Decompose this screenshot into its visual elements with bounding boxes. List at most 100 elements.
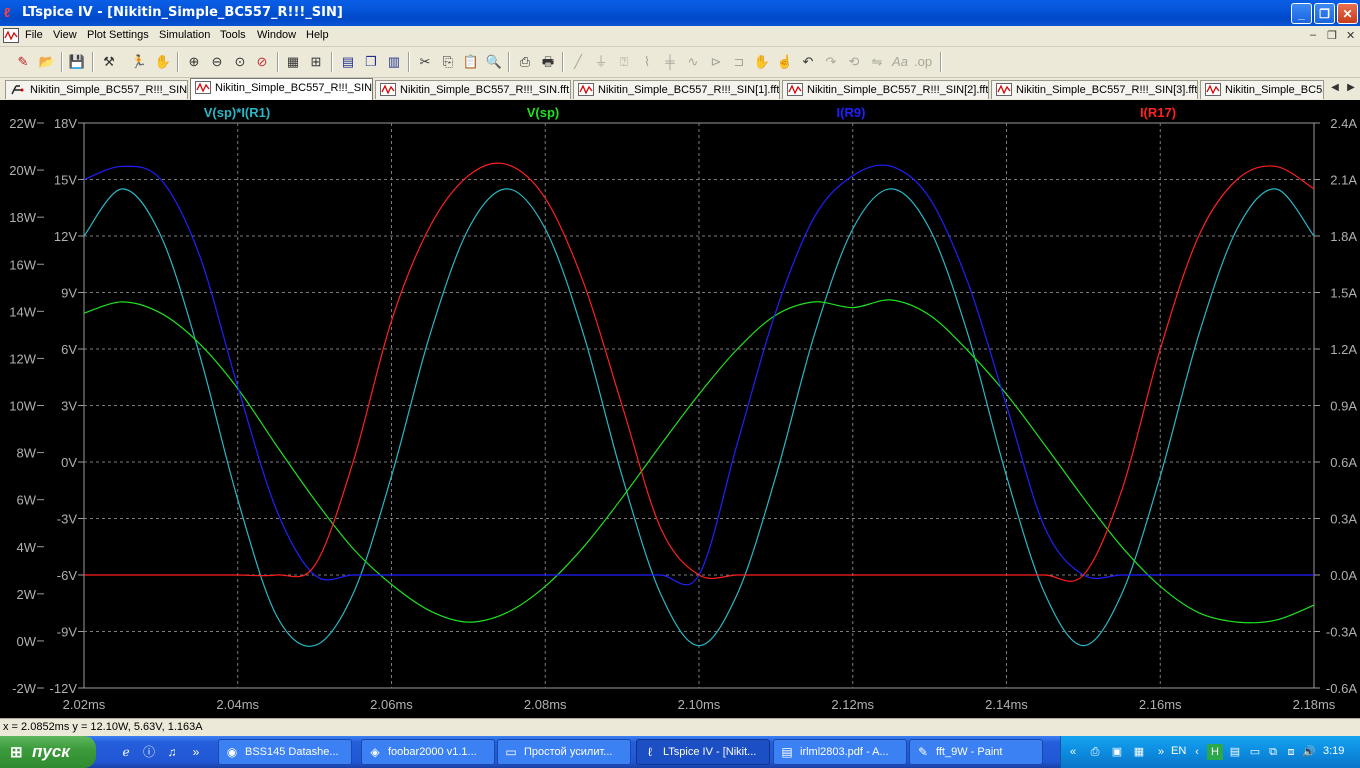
zoom-in-icon[interactable]: ⊕	[185, 53, 203, 71]
foobar-icon: ◈	[370, 745, 380, 759]
label-icon[interactable]: ⍰	[615, 53, 633, 71]
start-button[interactable]: ⊞ пуск	[0, 736, 96, 768]
tray-network-icon[interactable]: ▦	[1131, 744, 1147, 760]
taskbar-item[interactable]: ◉ BSS145 Datashe...	[218, 739, 352, 765]
zoom-cancel-icon[interactable]: ⊘	[253, 53, 271, 71]
new-schematic-icon[interactable]: ✎	[14, 53, 32, 71]
tray-device-icon[interactable]: ▣	[1109, 744, 1125, 760]
tray-printer-icon[interactable]: ⎙	[1087, 744, 1103, 760]
folder-icon: ▭	[505, 745, 517, 759]
menu-help[interactable]: Help	[306, 29, 329, 41]
menu-file[interactable]: File	[25, 29, 43, 41]
rotate-icon[interactable]: ⟲	[845, 53, 863, 71]
print-preview-icon[interactable]: ⎙	[516, 53, 534, 71]
tray-window-icon[interactable]: ▭	[1247, 744, 1263, 760]
voltage-tick-label: -12V	[50, 681, 78, 696]
tab-2[interactable]: Nikitin_Simple_BC557_R!!!_SIN	[190, 78, 373, 100]
wire-icon[interactable]: ╱	[569, 53, 587, 71]
print-icon[interactable]: 🖶	[539, 53, 557, 71]
drag-icon[interactable]: ☝	[776, 53, 794, 71]
taskbar-item-label: BSS145 Datashe...	[245, 746, 339, 758]
waveform-chart[interactable]: 2.02ms 2.04ms 2.06ms 2.08ms 2.10ms 2.12ms 2.14…	[0, 100, 1360, 718]
language-indicator[interactable]: EN	[1171, 745, 1186, 757]
taskbar-item[interactable]: ✎ fft_9W - Paint	[909, 739, 1043, 765]
tab-scroll-left-icon[interactable]: ◀	[1328, 81, 1342, 95]
cut-icon[interactable]: ✂	[416, 53, 434, 71]
power-tick-label: 2W	[17, 587, 37, 602]
legend-label[interactable]: I(R9)	[837, 105, 866, 120]
inductor-icon[interactable]: ∿	[684, 53, 702, 71]
tray-volume-icon[interactable]: 🔊	[1301, 744, 1317, 760]
window-title: LTspice IV - [Nikitin_Simple_BC557_R!!!_…	[22, 5, 343, 20]
undo-icon[interactable]: ↶	[799, 53, 817, 71]
waveform-doc-icon[interactable]	[3, 28, 19, 43]
minimize-button[interactable]: _	[1291, 3, 1312, 24]
tab-7[interactable]: Nikitin_Simple_BC55	[1200, 80, 1324, 99]
tile-horizontal-icon[interactable]: ▤	[339, 53, 357, 71]
info-icon[interactable]: ⓘ	[141, 744, 157, 760]
close-button[interactable]: ✕	[1337, 3, 1358, 24]
find-icon[interactable]: 🔍	[485, 53, 503, 71]
taskbar-item[interactable]: ▭ Простой усилит...	[497, 739, 631, 765]
diode-icon[interactable]: ⊳	[707, 53, 725, 71]
tab-5[interactable]: Nikitin_Simple_BC557_R!!!_SIN[2].fft	[782, 80, 989, 99]
run-icon[interactable]: 🏃	[130, 53, 148, 71]
menu-plot-settings[interactable]: Plot Settings	[87, 29, 149, 41]
tab-1[interactable]: Nikitin_Simple_BC557_R!!!_SIN	[5, 80, 188, 99]
save-icon[interactable]: 💾	[68, 53, 86, 71]
power-tick-label: -2W	[12, 681, 37, 696]
tray-grid-icon[interactable]: ▤	[1227, 744, 1243, 760]
mdi-minimize-button[interactable]: –	[1310, 29, 1316, 41]
tray-monitor-icon[interactable]: ⧈	[1283, 744, 1299, 760]
zoom-fit-icon[interactable]: ⊙	[231, 53, 249, 71]
ie-icon[interactable]: ℯ	[118, 744, 134, 760]
tray-expand-icon[interactable]: «	[1065, 744, 1081, 760]
lang-prev-icon[interactable]: ‹	[1189, 744, 1205, 760]
copy-icon[interactable]: ⎘	[439, 53, 457, 71]
move-icon[interactable]: ✋	[753, 53, 771, 71]
legend-label[interactable]: V(sp)	[527, 105, 560, 120]
taskbar-item[interactable]: ◈ foobar2000 v1.1...	[361, 739, 495, 765]
title-bar: ℓ LTspice IV - [Nikitin_Simple_BC557_R!!…	[0, 0, 1360, 26]
resistor-icon[interactable]: ⌇	[638, 53, 656, 71]
taskbar-item[interactable]: ℓ LTspice IV - [Nikit...	[636, 739, 770, 765]
tab-3[interactable]: Nikitin_Simple_BC557_R!!!_SIN.fft	[375, 80, 571, 99]
redo-icon[interactable]: ↷	[822, 53, 840, 71]
restore-button[interactable]: ❐	[1314, 3, 1335, 24]
open-icon[interactable]: 📂	[38, 53, 56, 71]
text-icon[interactable]: Aa	[891, 53, 909, 71]
media-icon[interactable]: ♫	[164, 744, 180, 760]
ground-icon[interactable]: ⏚	[592, 53, 610, 71]
x-tick-label: 2.06ms	[370, 697, 413, 712]
rescale-icon[interactable]: ⊞	[307, 53, 325, 71]
component-icon[interactable]: ⊐	[730, 53, 748, 71]
autorange-icon[interactable]: ▦	[284, 53, 302, 71]
menu-view[interactable]: View	[53, 29, 77, 41]
tray-more-icon[interactable]: »	[1153, 744, 1169, 760]
tray-h-icon[interactable]: H	[1207, 744, 1223, 760]
halt-icon[interactable]: ✋	[154, 53, 172, 71]
legend-label[interactable]: I(R17)	[1140, 105, 1176, 120]
quicklaunch-more-icon[interactable]: »	[188, 744, 204, 760]
control-panel-icon[interactable]: ⚒	[100, 53, 118, 71]
mdi-close-button[interactable]: ✕	[1346, 29, 1355, 42]
spice-directive-icon[interactable]: .op	[914, 53, 932, 71]
legend-label[interactable]: V(sp)*I(R1)	[204, 105, 270, 120]
tab-6[interactable]: Nikitin_Simple_BC557_R!!!_SIN[3].fft	[991, 80, 1198, 99]
mdi-restore-button[interactable]: ❐	[1327, 29, 1337, 42]
capacitor-icon[interactable]: ╪	[661, 53, 679, 71]
menu-tools[interactable]: Tools	[220, 29, 246, 41]
taskbar-item[interactable]: ▤ irlml2803.pdf - A...	[773, 739, 907, 765]
menu-window[interactable]: Window	[257, 29, 296, 41]
tab-4[interactable]: Nikitin_Simple_BC557_R!!!_SIN[1].fft	[573, 80, 780, 99]
tab-scroll-right-icon[interactable]: ▶	[1344, 81, 1358, 95]
menu-simulation[interactable]: Simulation	[159, 29, 210, 41]
tile-vertical-icon[interactable]: ▥	[385, 53, 403, 71]
zoom-out-icon[interactable]: ⊖	[208, 53, 226, 71]
tray-network2-icon[interactable]: ⧉	[1265, 744, 1281, 760]
waveform-plot[interactable]: 2.02ms 2.04ms 2.06ms 2.08ms 2.10ms 2.12ms 2.14…	[0, 100, 1360, 718]
mirror-icon[interactable]: ⇋	[868, 53, 886, 71]
cascade-icon[interactable]: ❐	[362, 53, 380, 71]
ltspice-app-icon[interactable]: ℓ	[4, 5, 19, 20]
paste-icon[interactable]: 📋	[462, 53, 480, 71]
